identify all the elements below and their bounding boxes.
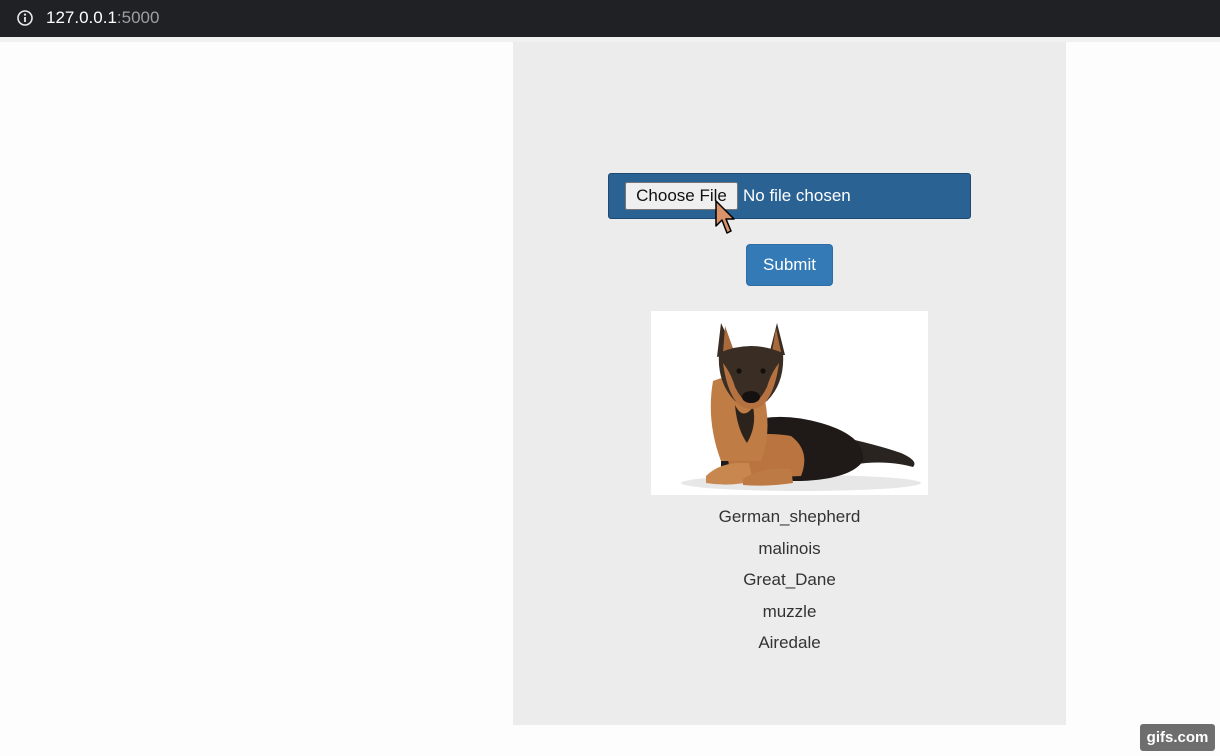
url-text[interactable]: 127.0.0.1:5000 xyxy=(46,8,159,28)
file-input-bar[interactable]: Choose File No file chosen xyxy=(608,173,971,234)
mouse-cursor-icon xyxy=(715,200,735,234)
list-item: Great_Dane xyxy=(743,570,836,590)
prediction-list: German_shepherd malinois Great_Dane muzz… xyxy=(513,503,1066,661)
german-shepherd-image xyxy=(681,323,921,491)
file-status-text: No file chosen xyxy=(743,186,851,205)
list-item: Airedale xyxy=(758,633,821,653)
watermark-badge: gifs.com xyxy=(1140,724,1215,751)
list-item: muzzle xyxy=(762,601,817,621)
browser-address-bar[interactable]: 127.0.0.1:5000 xyxy=(0,0,1220,37)
url-port: :5000 xyxy=(116,8,160,27)
list-item: malinois xyxy=(758,538,821,558)
uploaded-image xyxy=(651,311,928,495)
upload-card: Uploaded Choose File No file chosen Subm… xyxy=(513,42,1066,725)
submit-button[interactable]: Submit xyxy=(746,244,833,286)
info-icon[interactable] xyxy=(17,10,33,26)
url-host: 127.0.0.1 xyxy=(46,8,117,27)
list-item: German_shepherd xyxy=(718,507,861,526)
